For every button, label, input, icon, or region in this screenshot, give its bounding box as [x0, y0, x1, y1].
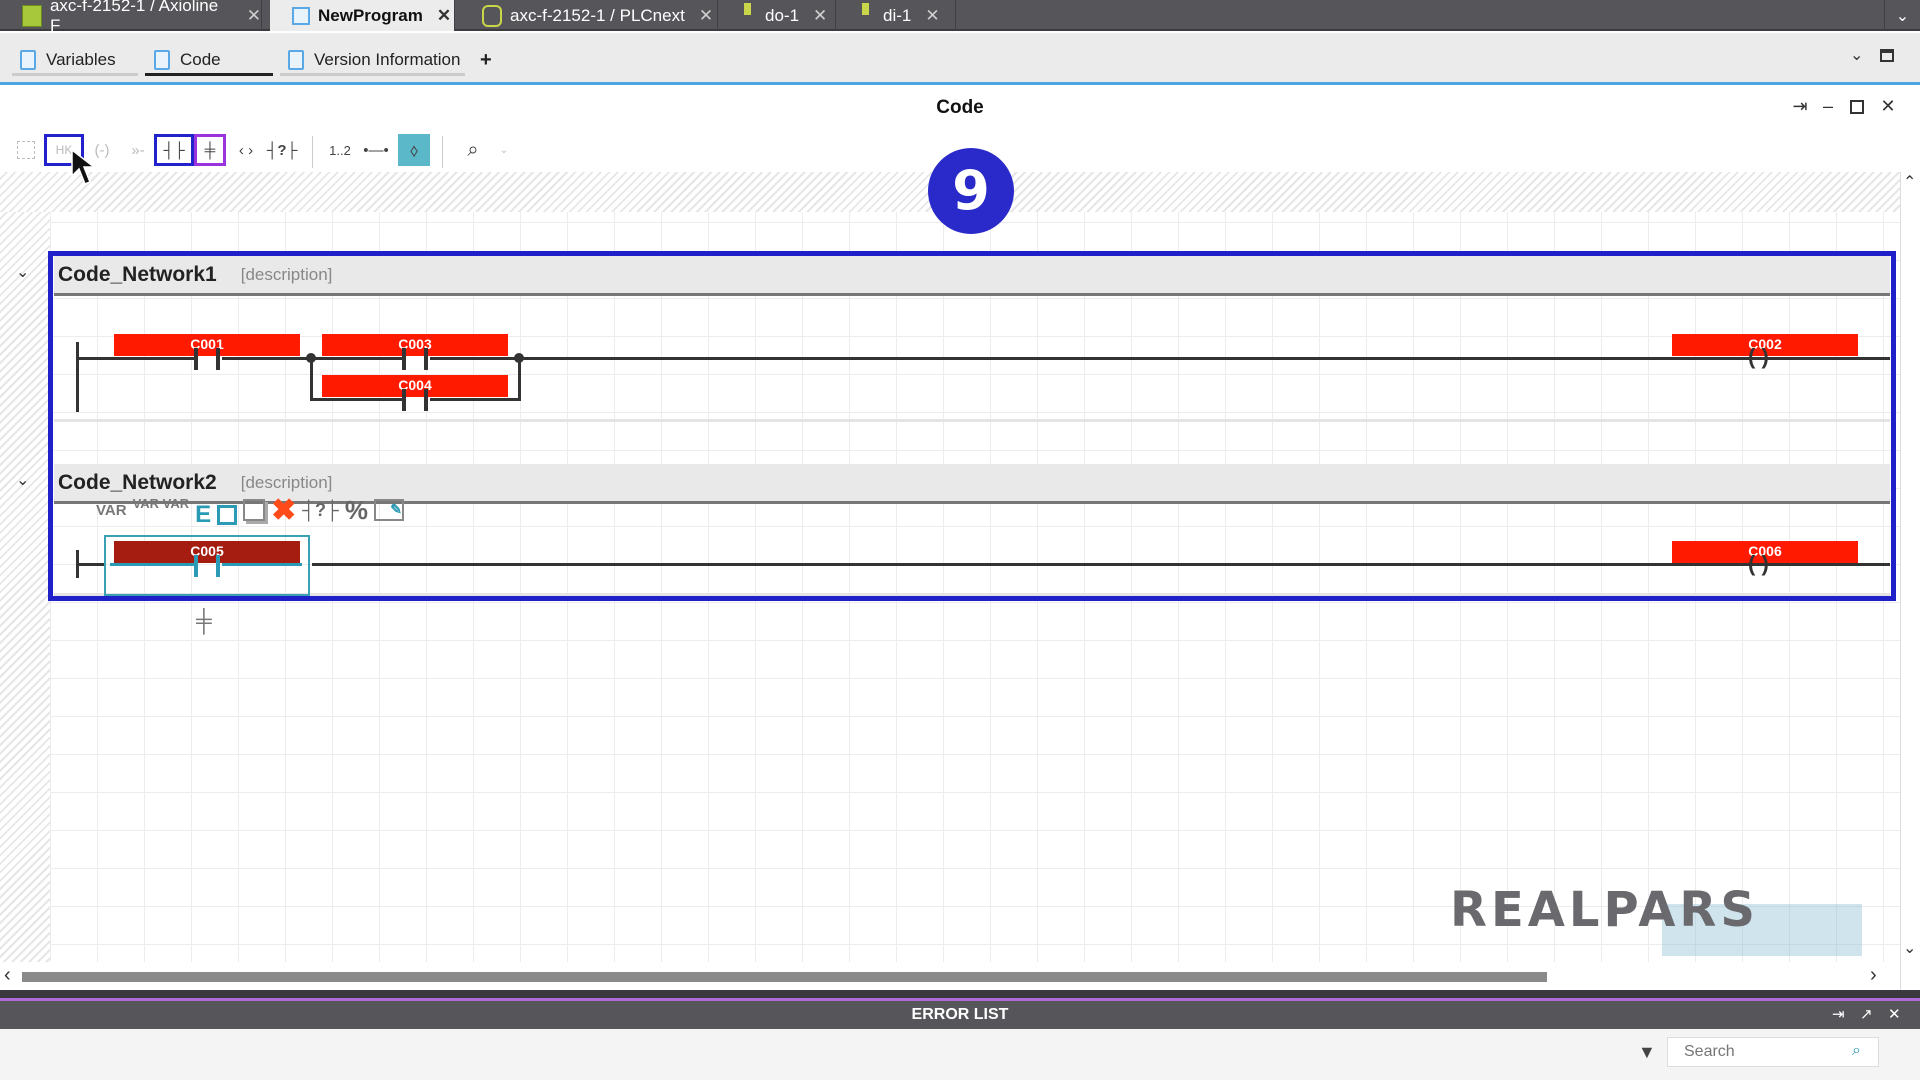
scroll-down-icon[interactable]: ⌄ — [1903, 938, 1916, 958]
tab-code[interactable]: Code — [154, 45, 221, 75]
insert-jump-button[interactable]: »- — [124, 134, 152, 166]
insert-contact-button[interactable]: ┤├ — [154, 134, 194, 166]
tab-variables[interactable]: Variables — [20, 45, 116, 75]
program-icon — [292, 6, 310, 25]
error-list-body — [0, 1029, 1920, 1080]
canvas-margin-left — [0, 212, 50, 962]
toolbar-separator — [442, 136, 443, 168]
float-window-icon[interactable] — [1880, 49, 1894, 62]
plcnext-icon — [482, 4, 502, 27]
chevron-down-icon: ⌄ — [1895, 7, 1910, 25]
axioline-icon — [22, 4, 42, 27]
scroll-left-icon[interactable]: ‹ — [4, 964, 11, 987]
toolbar-separator — [312, 136, 313, 168]
search-icon[interactable]: ⌕ — [1852, 1042, 1861, 1060]
add-network-icon — [17, 141, 35, 159]
step-badge: 9 — [928, 148, 1014, 234]
document-tab-di-1[interactable]: di-1 ✕ — [836, 0, 956, 31]
insert-parallel-branch-button[interactable]: ╪ — [194, 134, 226, 166]
parallel-branch-icon: ╪ — [204, 141, 216, 159]
undock-icon[interactable]: ↗ — [1860, 1005, 1873, 1023]
mouse-cursor-icon — [71, 148, 96, 185]
code-icon — [154, 50, 170, 70]
coil-icon: (-) — [94, 141, 110, 159]
chevron-down-icon[interactable]: ⌄ — [1850, 45, 1863, 65]
document-tab-strip: axc-f-2152-1 / Axioline F ✕ NewProgram ✕… — [0, 0, 1920, 35]
error-search-input[interactable] — [1667, 1037, 1879, 1067]
contact-icon: ┤├ — [163, 141, 185, 159]
error-list-splitter[interactable] — [0, 990, 1920, 1001]
vertical-scrollbar[interactable]: ⌃ ⌄ — [1900, 172, 1920, 990]
add-tab-button[interactable]: + — [480, 45, 492, 75]
auto-route-icon: ⬨ — [409, 139, 419, 160]
close-icon[interactable]: ✕ — [247, 6, 261, 26]
pin-icon[interactable]: ⇥ — [1788, 96, 1812, 117]
auto-route-button[interactable]: ⬨ — [398, 134, 430, 166]
parallel-branch-hint-icon[interactable]: ╪ — [196, 608, 212, 634]
document-tab-axioline[interactable]: axc-f-2152-1 / Axioline F ✕ — [0, 0, 262, 35]
close-icon[interactable]: ✕ — [699, 6, 713, 26]
panel-title: Code — [936, 97, 984, 118]
horizontal-scroll-thumb[interactable] — [22, 972, 1547, 982]
chevron-down-icon: ⌄ — [499, 144, 509, 156]
document-tab-plcnext[interactable]: axc-f-2152-1 / PLCnext ✕ — [460, 0, 718, 31]
error-list-title: ERROR LIST — [0, 1001, 1920, 1029]
scroll-right-icon[interactable]: › — [1870, 964, 1877, 987]
close-icon[interactable]: ✕ — [1888, 1005, 1901, 1023]
variables-icon — [20, 50, 36, 70]
insert-coil-element-button[interactable]: ‹ › — [232, 134, 260, 166]
minimize-icon[interactable]: – — [1816, 96, 1840, 117]
add-network-button[interactable] — [14, 134, 38, 166]
tab-underline — [12, 73, 138, 76]
toolbar-overflow[interactable]: ⌄ — [498, 134, 510, 166]
close-icon[interactable]: ✕ — [437, 6, 451, 26]
maximize-icon[interactable] — [1850, 100, 1864, 114]
unknown-contact-icon: ┤?├ — [266, 141, 298, 159]
close-panel-icon[interactable]: ✕ — [1876, 96, 1900, 117]
tab-underline-active — [145, 73, 273, 76]
document-tab-newprogram[interactable]: NewProgram ✕ — [270, 0, 455, 31]
tab-version-information[interactable]: Version Information — [288, 45, 460, 75]
close-icon[interactable]: ✕ — [925, 6, 939, 26]
tab-underline — [280, 73, 465, 76]
brackets-icon: ‹ › — [238, 141, 254, 159]
networks-selection-frame — [48, 251, 1896, 601]
horizontal-scrollbar[interactable]: ‹ › — [0, 962, 1900, 990]
module-icon — [744, 3, 751, 15]
editor-tab-bar: Variables Code Version Information + ⌄ — [0, 33, 1920, 85]
scroll-up-icon[interactable]: ⌃ — [1903, 172, 1916, 192]
close-icon[interactable]: ✕ — [813, 6, 827, 26]
connect-line-icon: •—• — [363, 141, 389, 159]
collapse-network2-icon[interactable]: ⌄ — [16, 470, 29, 490]
pin-icon[interactable]: ⇥ — [1832, 1005, 1845, 1023]
jump-icon: »- — [131, 141, 145, 159]
watermark-logo: REALPARS — [1450, 882, 1759, 938]
insert-box-button[interactable]: ┤?├ — [266, 134, 298, 166]
search-button[interactable]: ⌕ — [458, 134, 488, 166]
document-tab-do-1[interactable]: do-1 ✕ — [718, 0, 836, 31]
filter-icon[interactable]: ▼ — [1638, 1042, 1656, 1063]
connect-line-button[interactable]: •—• — [362, 134, 390, 166]
module-icon — [862, 3, 869, 15]
line-numbers-button[interactable]: 1..2 — [324, 134, 356, 166]
search-icon: ⌕ — [467, 138, 479, 161]
collapse-network1-icon[interactable]: ⌄ — [16, 262, 29, 282]
clipboard-icon — [288, 50, 304, 70]
tab-list-dropdown[interactable]: ⌄ — [1884, 0, 1920, 31]
